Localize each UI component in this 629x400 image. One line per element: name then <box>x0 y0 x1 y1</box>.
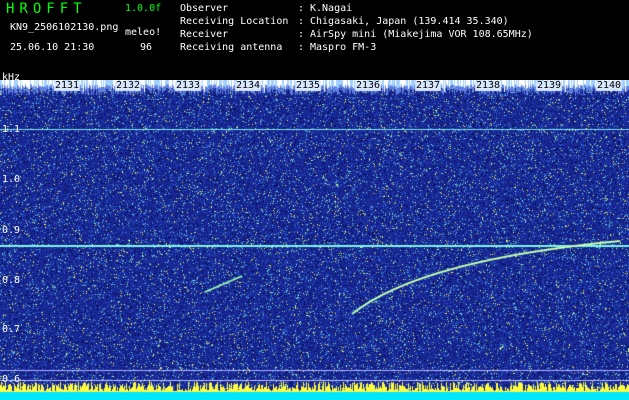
y-tick: 0.9 <box>2 225 21 236</box>
y-tick: 0.6 <box>2 374 21 385</box>
x-tick: 2131 <box>55 80 80 91</box>
info-label: Receiver <box>180 29 229 40</box>
x-tick: 2136 <box>356 80 381 91</box>
y-tick: 1.0 <box>2 174 21 185</box>
x-tick: 2135 <box>296 80 321 91</box>
x-tick: 2138 <box>476 80 501 91</box>
x-tick: 2140 <box>597 80 622 91</box>
spectrogram-canvas[interactable] <box>0 80 629 400</box>
y-tick: 0.7 <box>2 324 21 335</box>
y-tick: 1.1 <box>2 124 21 135</box>
info-label: Observer <box>180 3 229 14</box>
app-version: 1.0.0f <box>125 3 162 14</box>
info-value: AirSpy mini (Miakejima VOR 108.65MHz) <box>310 29 533 40</box>
info-row-antenna: Receiving antenna: Maspro FM-3 <box>180 42 377 53</box>
x-tick: 2139 <box>537 80 562 91</box>
info-label: Receiving Location <box>180 16 289 27</box>
hrofft-window: HROFFT 1.0.0f KN9_2506102130.png meleo! … <box>0 0 629 400</box>
y-axis-unit: kHz <box>2 72 21 83</box>
info-label: Receiving antenna <box>180 42 283 53</box>
x-tick: 2137 <box>416 80 441 91</box>
info-row-location: Receiving Location: Chigasaki, Japan (139… <box>180 16 509 27</box>
info-row-receiver: Receiver: AirSpy mini (Miakejima VOR 108.… <box>180 29 533 40</box>
mode-label: meleo! <box>125 27 162 38</box>
date-time: 25.06.10 21:30 <box>10 42 95 53</box>
info-value: Maspro FM-3 <box>310 42 377 53</box>
detection-count: 96 <box>140 42 153 53</box>
observation-info: Observer: K.Nagai Receiving Location: Chig… <box>180 2 533 54</box>
y-tick: 0.8 <box>2 275 21 286</box>
info-value: Chigasaki, Japan (139.414 35.340) <box>310 16 509 27</box>
info-value: K.Nagai <box>310 3 353 14</box>
app-title: HROFFT <box>6 1 87 17</box>
x-tick: 2132 <box>116 80 141 91</box>
file-name: KN9_2506102130.png <box>10 22 119 33</box>
x-tick: 2133 <box>176 80 201 91</box>
x-tick: 2134 <box>236 80 261 91</box>
info-row-observer: Observer: K.Nagai <box>180 3 353 14</box>
